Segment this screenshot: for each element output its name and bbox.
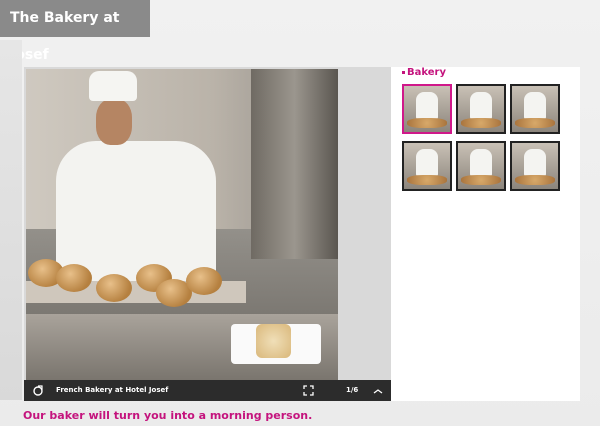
thumbnail-panel: Bakery [402,67,572,191]
bullet-icon [402,70,405,74]
thumb-chef [470,92,492,120]
thumb-chef [416,92,438,120]
thumbnail-5[interactable] [456,141,506,191]
photo-chef-hat [89,71,137,101]
main-photo[interactable] [26,69,338,380]
fullscreen-icon[interactable] [300,383,316,398]
thumbnail-section-title: Bakery [402,67,572,81]
thumb-bread [461,118,501,128]
thumbnail-2[interactable] [456,84,506,134]
photo-viewer: French Bakery at Hotel Josef 1/6 [24,67,391,401]
thumb-bread [407,175,447,185]
photo-bread-roll [56,264,92,292]
thumbnail-4[interactable] [402,141,452,191]
menu-toggle-icon[interactable] [370,383,386,398]
photo-oven [251,69,338,259]
tagline: Our baker will turn you into a morning p… [23,409,313,422]
thumb-chef [524,92,546,120]
page-header: The Bakery at Josef [0,0,150,63]
photo-chef-face [96,99,132,145]
thumb-chef [524,149,546,177]
gallery-panel: French Bakery at Hotel Josef 1/6 Bakery [24,67,580,401]
thumbnail-3[interactable] [510,84,560,134]
thumbnail-6[interactable] [510,141,560,191]
thumb-bread [461,175,501,185]
thumbnail-1[interactable] [402,84,452,134]
thumb-bread [407,118,447,128]
thumb-bread [515,175,555,185]
photo-plate-bread [256,324,291,358]
thumbnail-section-label: Bakery [407,67,446,78]
photo-counter-text: 1/6 [346,386,359,394]
viewer-toolbar: French Bakery at Hotel Josef 1/6 [24,380,391,401]
photo-bread-roll [96,274,132,302]
page-title: The Bakery at Josef [10,10,120,63]
thumb-chef [470,149,492,177]
thumb-chef [416,149,438,177]
thumbnail-grid [402,84,572,191]
photo-bread-roll [186,267,222,295]
background-edge [0,40,22,400]
thumb-bread [515,118,555,128]
share-icon[interactable] [30,383,46,398]
photo-caption: French Bakery at Hotel Josef [56,386,169,394]
